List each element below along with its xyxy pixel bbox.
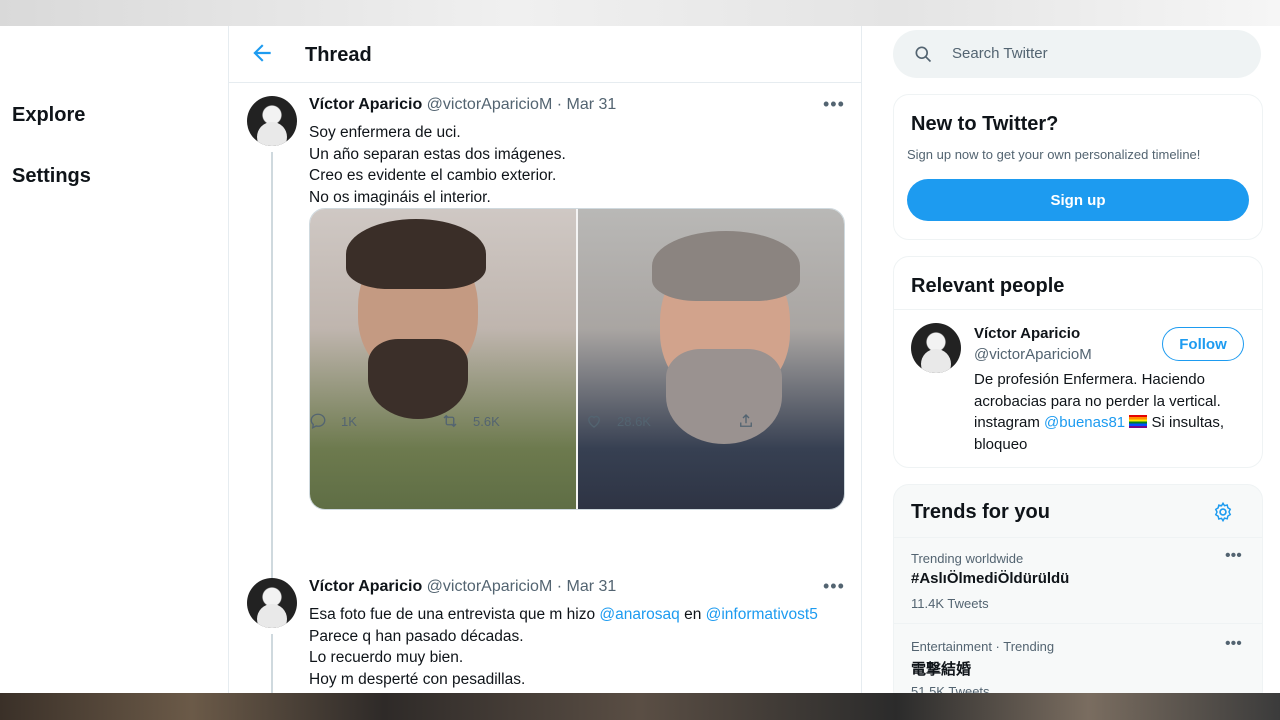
relevant-people-title: Relevant people	[911, 275, 1065, 297]
share-button[interactable]	[737, 412, 755, 430]
trend-name[interactable]: #AslıÖlmediÖldürüldü	[911, 570, 1069, 587]
thread-header: Thread	[229, 26, 861, 83]
retweet-count: 5.6K	[473, 413, 500, 429]
rainbow-flag-icon	[1129, 415, 1148, 428]
trend-count: 11.4K Tweets	[911, 596, 989, 611]
trends-title: Trends for you	[911, 501, 1050, 523]
author-handle[interactable]: @victorAparicioM	[427, 96, 553, 113]
retweet-icon	[443, 414, 457, 428]
retweet-button[interactable]: 5.6K	[441, 412, 500, 430]
signup-subtitle: Sign up now to get your own personalized…	[907, 147, 1201, 162]
tweet-date[interactable]: Mar 31	[567, 96, 617, 113]
photo-before[interactable]	[310, 209, 576, 509]
tweet-actions: 1K 5.6K 28.6K	[309, 412, 843, 434]
gear-icon[interactable]	[1212, 501, 1234, 523]
trends-card: Trends for you Trending worldwide #AslıÖ…	[893, 484, 1263, 706]
like-icon	[588, 415, 600, 428]
search-icon	[915, 46, 932, 63]
avatar[interactable]	[247, 578, 297, 628]
tweet-text-fragment: en	[679, 606, 706, 623]
tweet-text: Soy enfermera de uci. Un año separan est…	[309, 122, 566, 208]
signup-card: New to Twitter? Sign up now to get your …	[893, 94, 1263, 240]
separator-dot: ·	[556, 578, 563, 595]
author-handle[interactable]: @victorAparicioM	[427, 578, 553, 595]
thread-connector	[271, 634, 273, 693]
divider	[894, 309, 1262, 310]
signup-title: New to Twitter?	[911, 113, 1059, 135]
share-icon	[740, 414, 752, 427]
left-nav: Explore Settings	[0, 26, 228, 693]
reply-button[interactable]: 1K	[309, 412, 357, 430]
avatar[interactable]	[911, 323, 961, 373]
more-icon[interactable]: •••	[1225, 635, 1242, 653]
separator-dot: ·	[556, 96, 563, 113]
tweet-line: Soy enfermera de uci.	[309, 124, 461, 141]
tweet-text: Esa foto fue de una entrevista que m hiz…	[309, 604, 818, 690]
nav-explore[interactable]: Explore	[12, 104, 85, 127]
tweet-line: Un año separan estas dos imágenes.	[309, 145, 566, 163]
tweet[interactable]: Víctor Aparicio @victorAparicioM · Mar 3…	[229, 576, 861, 693]
thread-connector	[271, 152, 273, 582]
signup-button[interactable]: Sign up	[907, 179, 1249, 221]
tweet-date[interactable]: Mar 31	[567, 578, 617, 595]
search-box[interactable]: Search Twitter	[893, 30, 1261, 78]
tweet-header: Víctor Aparicio @victorAparicioM · Mar 3…	[309, 578, 616, 596]
back-arrow-icon[interactable]	[249, 40, 275, 66]
tweet[interactable]: Víctor Aparicio @victorAparicioM · Mar 3…	[229, 94, 861, 582]
trend-context: Entertainment · Trending	[911, 639, 1055, 654]
like-button[interactable]: 28.6K	[585, 412, 651, 430]
person-handle[interactable]: @victorAparicioM	[974, 346, 1092, 363]
search-input[interactable]: Search Twitter	[952, 45, 1048, 62]
author-name[interactable]: Víctor Aparicio	[309, 578, 422, 595]
thread-column: Thread Víctor Aparicio @victorAparicioM …	[228, 26, 862, 693]
mention-link[interactable]: @buenas81	[1044, 414, 1125, 431]
photo-after[interactable]	[578, 209, 844, 509]
trend-context: Trending worldwide	[911, 551, 1024, 566]
more-icon[interactable]: •••	[823, 94, 845, 115]
reply-count: 1K	[341, 413, 357, 429]
tweet-line: Lo recuerdo muy bien.	[309, 649, 464, 666]
like-count: 28.6K	[617, 413, 651, 429]
divider	[894, 537, 1262, 538]
relevant-people-card: Relevant people Víctor Aparicio @victorA…	[893, 256, 1263, 468]
tweet-media[interactable]	[309, 208, 845, 510]
video-frame-top	[0, 0, 1280, 26]
video-frame-bottom	[0, 693, 1280, 720]
mention-link[interactable]: @informativost5	[706, 606, 818, 623]
tweet-line: Parece q han pasado décadas.	[309, 627, 524, 645]
tweet-line: Esa foto fue de una entrevista que m hiz…	[309, 604, 818, 626]
person-name[interactable]: Víctor Aparicio	[974, 325, 1080, 342]
page-title: Thread	[305, 44, 372, 66]
avatar[interactable]	[247, 96, 297, 146]
trend-name[interactable]: 電撃結婚	[911, 658, 971, 679]
tweet-line: Creo es evidente el cambio exterior.	[309, 167, 557, 184]
tweet-line: No os imagináis el interior.	[309, 188, 491, 206]
divider	[894, 623, 1262, 624]
reply-icon	[310, 413, 326, 429]
more-icon[interactable]: •••	[1225, 547, 1242, 565]
mention-link[interactable]: @anarosaq	[599, 606, 679, 623]
tweet-text-fragment: Esa foto fue de una entrevista que m hiz…	[309, 606, 600, 623]
more-icon[interactable]: •••	[823, 576, 845, 597]
nav-settings[interactable]: Settings	[12, 165, 91, 188]
person-bio: De profesión Enfermera. Haciendo acrobac…	[974, 369, 1250, 455]
author-name[interactable]: Víctor Aparicio	[309, 96, 422, 113]
tweet-header: Víctor Aparicio @victorAparicioM · Mar 3…	[309, 96, 616, 114]
follow-button[interactable]: Follow	[1162, 327, 1244, 361]
tweet-line: Hoy m desperté con pesadillas.	[309, 670, 526, 688]
